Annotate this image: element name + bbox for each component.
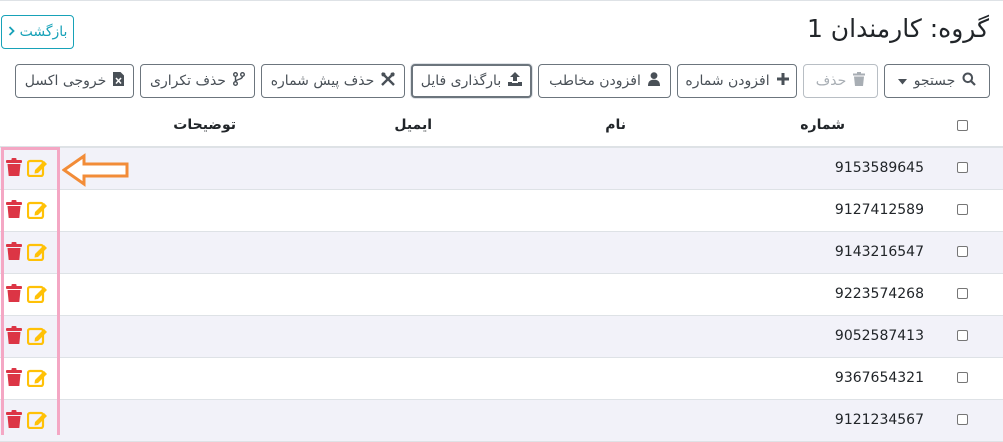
- row-actions: [6, 242, 49, 261]
- table-row: 9121234567: [0, 400, 1003, 442]
- phone-number-cell: 9127412589: [834, 202, 924, 218]
- remove-prefix-label: حذف پیش شماره: [270, 73, 375, 89]
- row-checkbox[interactable]: [957, 162, 968, 173]
- trash-icon[interactable]: [6, 158, 22, 177]
- row-actions: [6, 410, 49, 429]
- edit-icon[interactable]: [27, 158, 49, 177]
- phone-number-cell: 9052587413: [834, 328, 924, 344]
- upload-file-button[interactable]: بارگذاری فایل: [411, 64, 532, 98]
- search-dropdown-button[interactable]: جستجو: [884, 64, 990, 98]
- row-checkbox[interactable]: [957, 204, 968, 215]
- edit-icon[interactable]: [27, 242, 49, 261]
- delete-button[interactable]: حذف: [803, 64, 878, 98]
- table-row: 9223574268: [0, 274, 1003, 316]
- excel-file-icon: [113, 72, 125, 90]
- toolbar: جستجو حذف افزودن شماره افزودن مخاطب بارگ…: [12, 64, 990, 98]
- row-checkbox[interactable]: [957, 330, 968, 341]
- row-actions: [6, 326, 49, 345]
- edit-icon[interactable]: [27, 368, 49, 387]
- column-header-number: شماره: [800, 117, 845, 133]
- table-row: 9367654321: [0, 358, 1003, 400]
- phone-number-cell: 9367654321: [834, 370, 924, 386]
- user-icon: [647, 72, 660, 90]
- edit-icon[interactable]: [27, 410, 49, 429]
- upload-icon: [508, 72, 523, 90]
- add-contact-button[interactable]: افزودن مخاطب: [538, 64, 671, 98]
- back-button[interactable]: بازگشت: [1, 15, 74, 49]
- column-header-name: نام: [605, 117, 626, 133]
- page-title: گروه: کارمندان 1: [806, 14, 989, 43]
- table-row: 9143216547: [0, 232, 1003, 274]
- arrow-left-icon: [61, 153, 130, 191]
- phone-number-cell: 9223574268: [834, 286, 924, 302]
- remove-duplicates-button[interactable]: حذف تکراری: [140, 64, 255, 98]
- delete-button-label: حذف: [815, 73, 847, 89]
- export-excel-label: خروجی اکسل: [24, 73, 107, 89]
- trash-icon[interactable]: [6, 368, 22, 387]
- row-checkbox[interactable]: [957, 372, 968, 383]
- wrench-icon: [381, 72, 396, 90]
- search-icon: [962, 72, 977, 90]
- remove-duplicates-label: حذف تکراری: [150, 73, 226, 89]
- phone-number-cell: 9153589645: [834, 160, 924, 176]
- add-number-label: افزودن شماره: [685, 73, 770, 89]
- edit-icon[interactable]: [27, 284, 49, 303]
- table-row: 9153589645: [0, 148, 1003, 190]
- row-actions: [6, 368, 49, 387]
- back-button-label: بازگشت: [19, 24, 68, 40]
- upload-file-label: بارگذاری فایل: [420, 73, 502, 89]
- edit-icon[interactable]: [27, 326, 49, 345]
- select-all-checkbox[interactable]: [957, 120, 968, 131]
- trash-icon[interactable]: [6, 326, 22, 345]
- search-button-label: جستجو: [913, 73, 956, 89]
- row-checkbox[interactable]: [957, 246, 968, 257]
- export-excel-button[interactable]: خروجی اکسل: [15, 64, 134, 98]
- plus-icon: [776, 73, 789, 89]
- trash-icon: [853, 72, 866, 90]
- row-actions: [6, 200, 49, 219]
- table-row: 9127412589: [0, 190, 1003, 232]
- remove-prefix-button[interactable]: حذف پیش شماره: [261, 64, 405, 98]
- phone-number-cell: 9121234567: [834, 412, 924, 428]
- table-row: 9052587413: [0, 316, 1003, 358]
- code-branch-icon: [232, 72, 245, 90]
- add-contact-label: افزودن مخاطب: [549, 73, 641, 89]
- table-body: 9153589645 9127412589 9143216547 9223574…: [0, 148, 1003, 442]
- contacts-table: شماره نام ایمیل توضیحات 9153589645 91274…: [0, 105, 1003, 442]
- row-checkbox[interactable]: [957, 288, 968, 299]
- caret-down-icon: [897, 73, 907, 89]
- top-border: [0, 0, 1003, 1]
- column-header-email: ایمیل: [394, 117, 432, 133]
- row-actions: [6, 284, 49, 303]
- phone-number-cell: 9143216547: [834, 244, 924, 260]
- trash-icon[interactable]: [6, 242, 22, 261]
- add-number-button[interactable]: افزودن شماره: [677, 64, 797, 98]
- trash-icon[interactable]: [6, 410, 22, 429]
- row-actions: [6, 158, 49, 177]
- column-header-description: توضیحات: [173, 117, 236, 133]
- edit-icon[interactable]: [27, 200, 49, 219]
- trash-icon[interactable]: [6, 284, 22, 303]
- chevron-right-icon: [8, 24, 15, 40]
- row-checkbox[interactable]: [957, 414, 968, 425]
- trash-icon[interactable]: [6, 200, 22, 219]
- table-header: شماره نام ایمیل توضیحات: [0, 105, 1003, 148]
